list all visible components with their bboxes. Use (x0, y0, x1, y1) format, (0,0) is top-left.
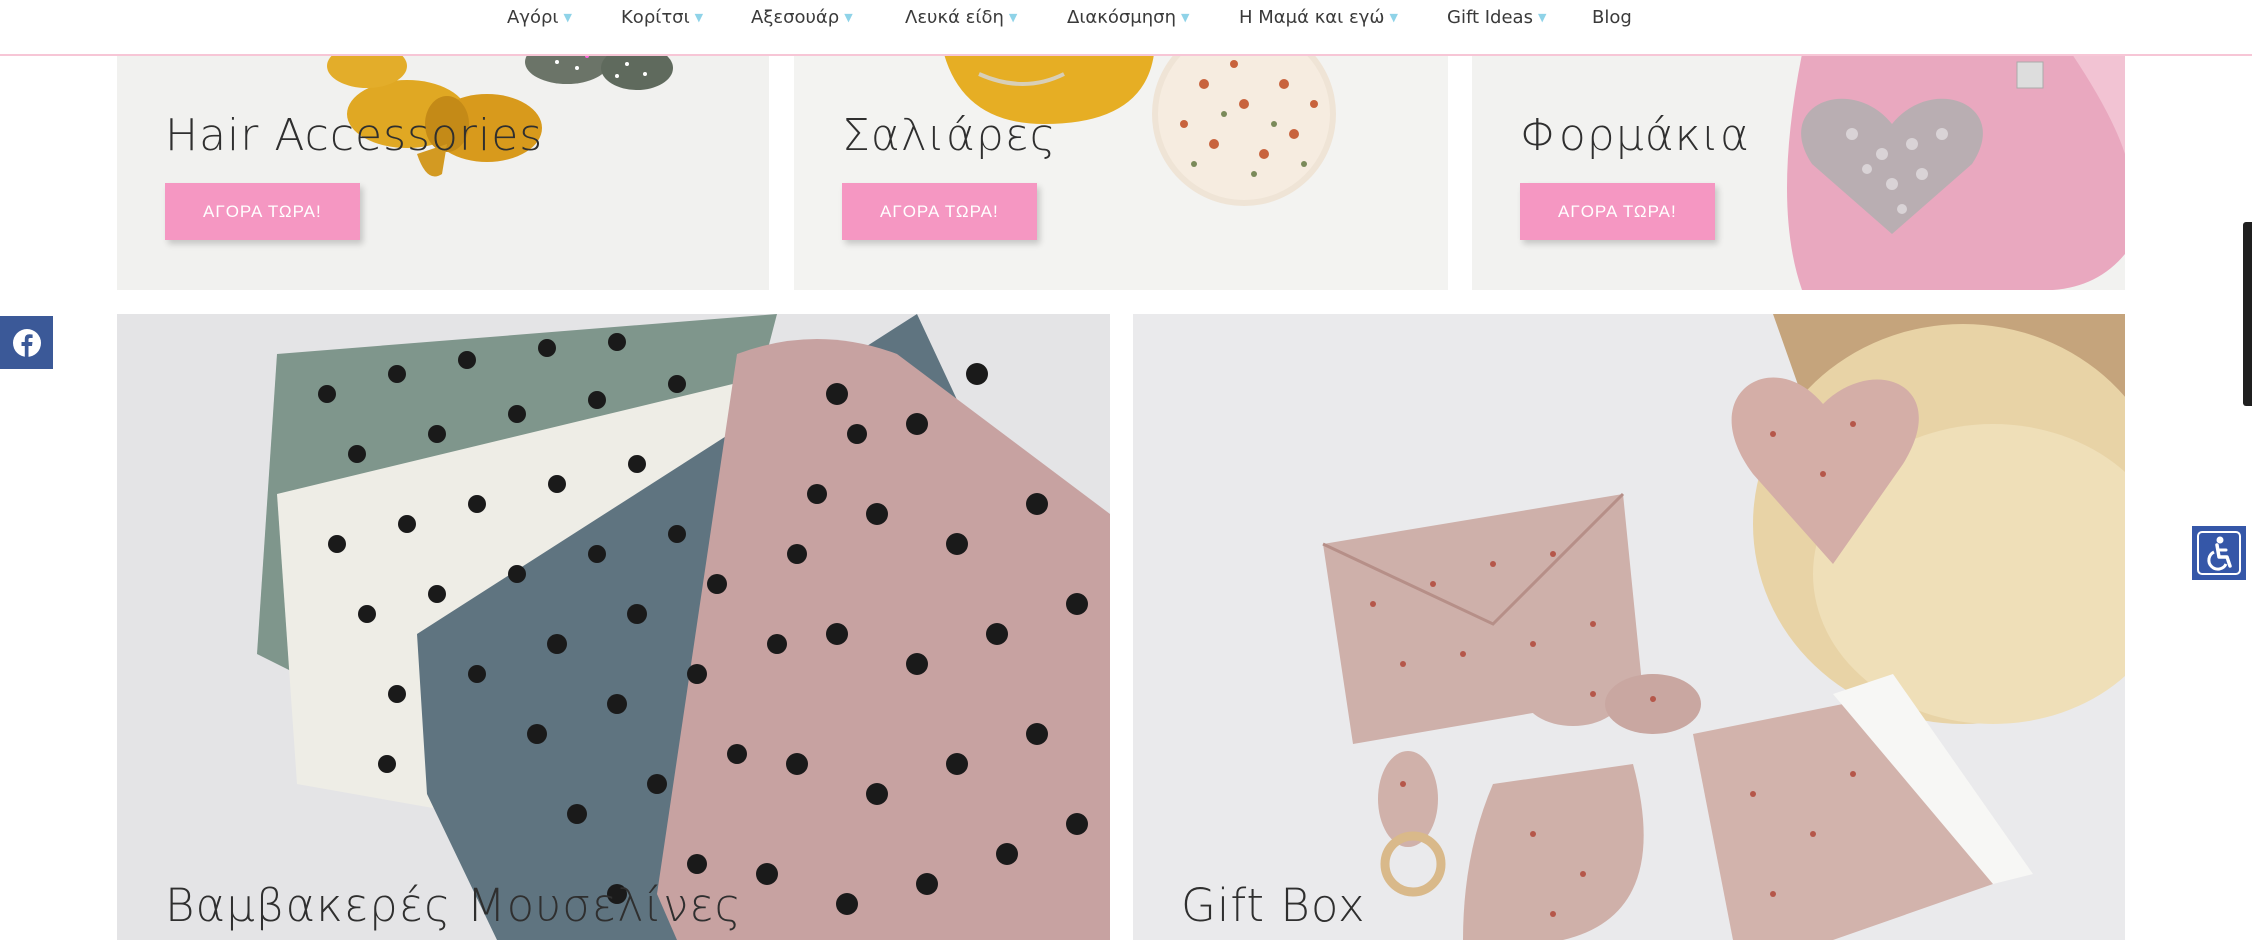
nav-item-mom-and-me[interactable]: Η Μαμά και εγώ ▼ (1239, 7, 1398, 28)
product-image (794, 54, 1448, 290)
nav-item-label: Λευκά είδη (905, 7, 1004, 28)
scrollbar-thumb[interactable] (2243, 222, 2252, 406)
nav-item-blog[interactable]: Blog (1592, 7, 1632, 28)
card-title: Βαμβακερές Μουσελίνες (165, 879, 742, 932)
accessibility-button[interactable] (2192, 526, 2246, 580)
product-image (1133, 314, 2125, 940)
card-title: Gift Box (1181, 879, 1366, 932)
nav-item-linens[interactable]: Λευκά είδη ▼ (905, 7, 1017, 28)
main-navigation: Αγόρι ▼ Κορίτσι ▼ Αξεσουάρ ▼ Λευκά είδη ▼ Δι… (0, 0, 2252, 56)
nav-item-label: Η Μαμά και εγώ (1239, 7, 1385, 28)
buy-now-button[interactable]: ΑΓΟΡΑ ΤΩΡΑ! (165, 183, 360, 240)
accessibility-icon (2197, 531, 2241, 575)
facebook-button[interactable] (0, 316, 53, 369)
chevron-down-icon: ▼ (694, 11, 704, 24)
chevron-down-icon: ▼ (1537, 11, 1547, 24)
product-image (117, 54, 769, 290)
chevron-down-icon: ▼ (844, 11, 853, 24)
chevron-down-icon: ▼ (1008, 11, 1018, 24)
nav-item-gift-ideas[interactable]: Gift Ideas ▼ (1447, 7, 1546, 28)
category-card-gift-box[interactable]: Gift Box (1133, 314, 2125, 940)
card-title: Φορμάκια (1520, 110, 1750, 161)
card-title: Hair Accessories (165, 110, 544, 161)
category-card-hair-accessories[interactable]: Hair Accessories ΑΓΟΡΑ ΤΩΡΑ! (117, 54, 769, 290)
category-card-bibs[interactable]: Σαλιάρες ΑΓΟΡΑ ΤΩΡΑ! (794, 54, 1448, 290)
chevron-down-icon: ▼ (1389, 11, 1398, 24)
facebook-icon (12, 328, 41, 357)
nav-item-boy[interactable]: Αγόρι ▼ (507, 7, 572, 28)
nav-item-label: Blog (1592, 7, 1632, 28)
nav-item-label: Διακόσμηση (1067, 7, 1176, 28)
nav-item-label: Αξεσουάρ (751, 7, 840, 28)
nav-item-label: Αγόρι (507, 7, 559, 28)
card-title: Σαλιάρες (842, 110, 1057, 161)
chevron-down-icon: ▼ (563, 11, 572, 24)
category-card-muslins[interactable]: Βαμβακερές Μουσελίνες (117, 314, 1110, 940)
nav-menu: Αγόρι ▼ Κορίτσι ▼ Αξεσουάρ ▼ Λευκά είδη ▼ Δι… (0, 0, 2252, 36)
nav-item-label: Gift Ideas (1447, 7, 1533, 28)
buy-now-button[interactable]: ΑΓΟΡΑ ΤΩΡΑ! (842, 183, 1037, 240)
category-card-bodysuits[interactable]: Φορμάκια ΑΓΟΡΑ ΤΩΡΑ! (1472, 54, 2125, 290)
chevron-down-icon: ▼ (1180, 11, 1190, 24)
product-image (1472, 54, 2125, 290)
nav-item-accessories[interactable]: Αξεσουάρ ▼ (751, 7, 853, 28)
product-image (117, 314, 1110, 940)
nav-item-label: Κορίτσι (621, 7, 690, 28)
buy-now-button[interactable]: ΑΓΟΡΑ ΤΩΡΑ! (1520, 183, 1715, 240)
nav-item-decoration[interactable]: Διακόσμηση ▼ (1067, 7, 1189, 28)
nav-item-girl[interactable]: Κορίτσι ▼ (621, 7, 703, 28)
